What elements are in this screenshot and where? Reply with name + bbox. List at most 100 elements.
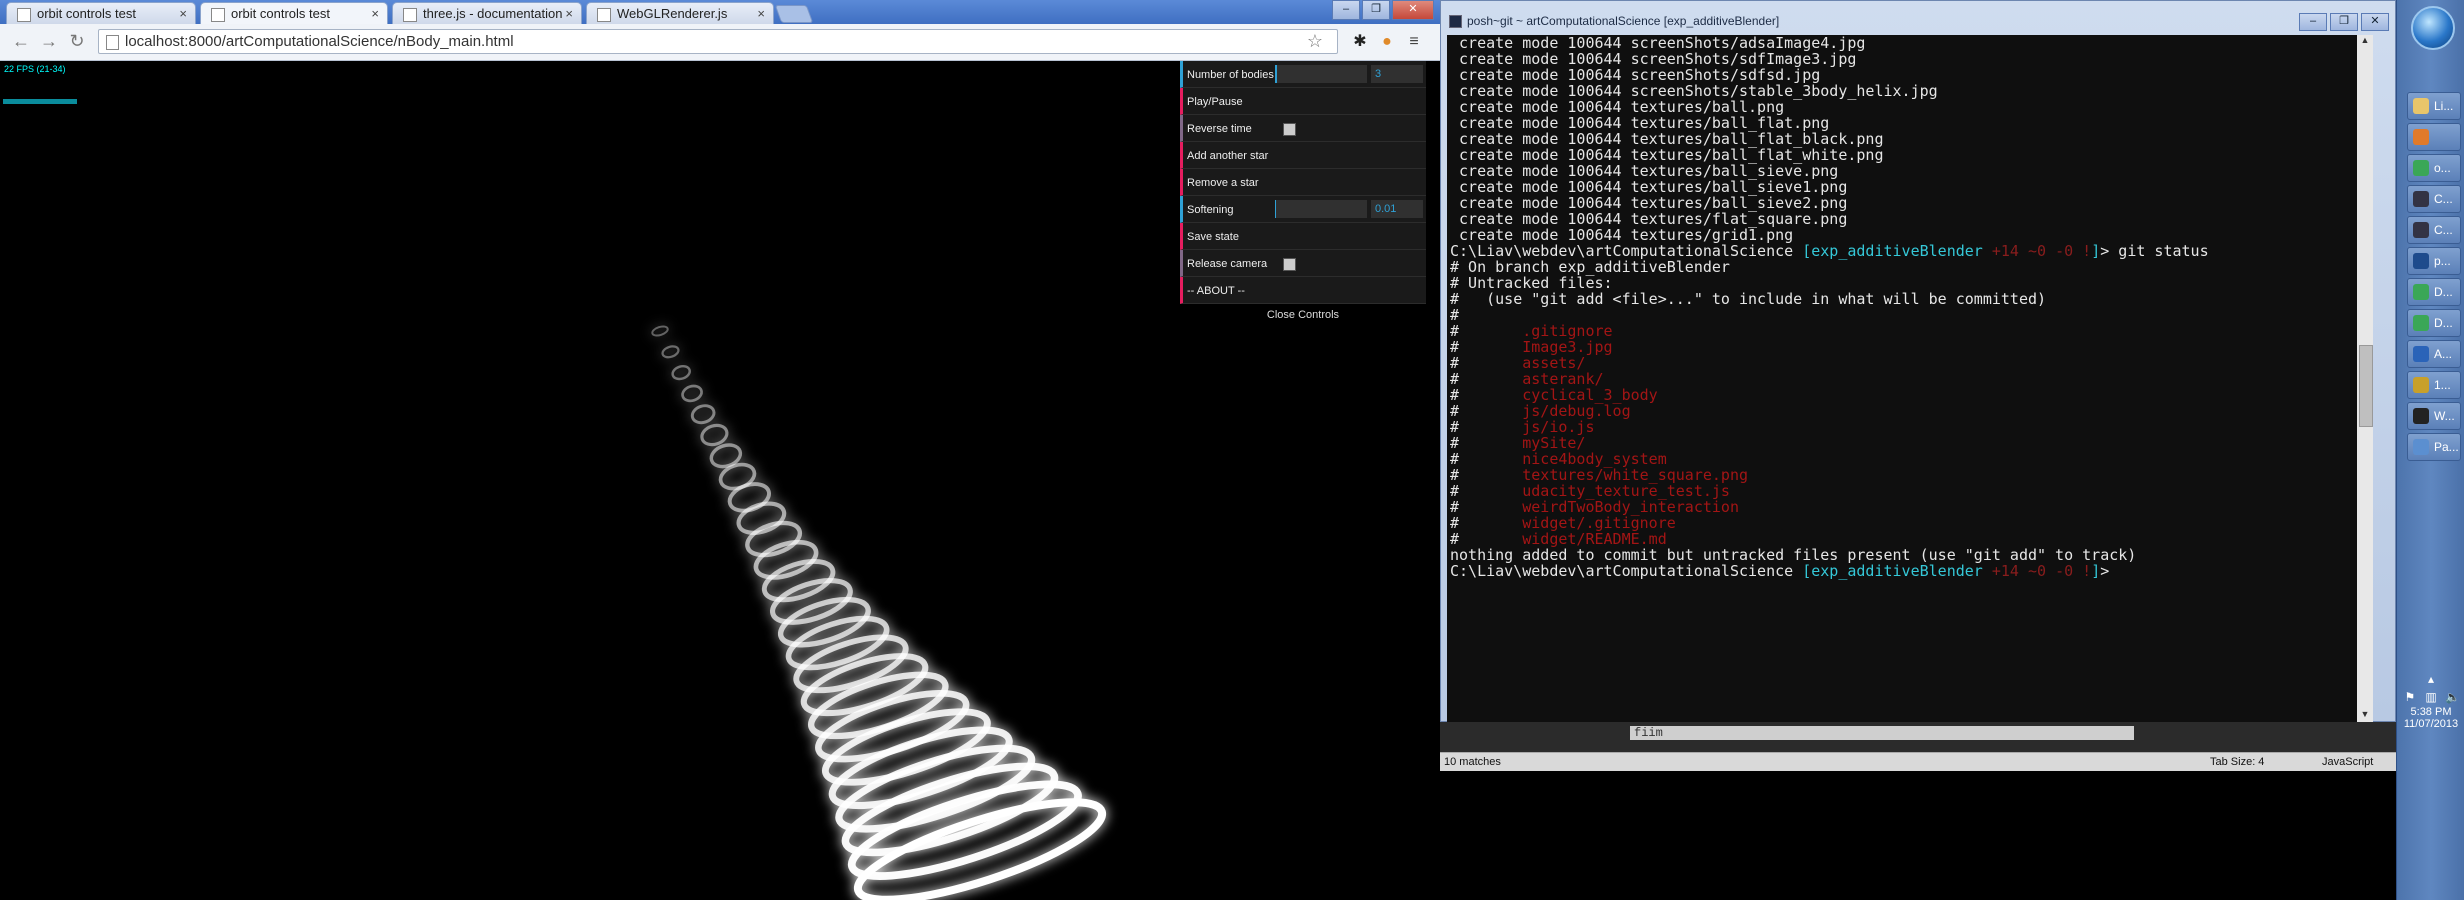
address-bar[interactable]: localhost:8000/artComputationalScience/n…	[98, 29, 1338, 54]
paint-icon	[2413, 439, 2429, 455]
webgl-canvas[interactable]: 22 FPS (21-34) Number of bodies 3 Play/P…	[0, 61, 1440, 900]
console-line: create mode 100644 screenShots/sdfImage3…	[1450, 51, 2373, 67]
status-language[interactable]: JavaScript	[2322, 756, 2373, 768]
taskbar: Li... o... C... C... p... D... D... A... 1... W..…	[2396, 0, 2464, 900]
close-controls-button[interactable]: Close Controls	[1180, 304, 1426, 324]
console-output[interactable]: create mode 100644 screenShots/adsaImage…	[1447, 35, 2373, 723]
app-icon	[2413, 346, 2429, 362]
tab-strip: orbit controls test × orbit controls tes…	[0, 0, 1440, 24]
volume-icon[interactable]: 🔈	[2445, 690, 2460, 704]
console-line: create mode 100644 textures/ball_flat.pn…	[1450, 115, 2373, 131]
console-segment: [exp_additiveBlender	[1802, 562, 1983, 580]
reverse-time-checkbox[interactable]	[1283, 123, 1296, 136]
console-scrollbar[interactable]: ▲ ▼	[2357, 35, 2373, 723]
new-tab-button[interactable]	[774, 5, 814, 23]
gui-reverse-time[interactable]: Reverse time	[1180, 115, 1426, 142]
tab-close-icon[interactable]: ×	[179, 6, 187, 21]
extension-icon[interactable]: ✱	[1349, 31, 1371, 53]
taskbar-item[interactable]: Pa...	[2407, 433, 2461, 461]
gui-save-state-button[interactable]: Save state	[1180, 223, 1426, 250]
tab-webglrenderer[interactable]: WebGLRenderer.js ×	[586, 2, 774, 24]
tab-threejs-docs[interactable]: three.js - documentation ×	[392, 2, 582, 24]
forward-icon[interactable]: →	[38, 30, 60, 52]
scroll-thumb[interactable]	[2359, 345, 2373, 427]
tab-label: orbit controls test	[37, 6, 136, 21]
gui-about-button[interactable]: -- ABOUT --	[1180, 277, 1426, 304]
tab-orbit-controls-1[interactable]: orbit controls test ×	[6, 2, 196, 24]
taskbar-item-label: W...	[2434, 409, 2455, 423]
taskbar-item[interactable]: p...	[2407, 247, 2461, 275]
terminal-icon	[2413, 222, 2429, 238]
close-window-icon[interactable]: ✕	[1392, 0, 1434, 20]
gui-softening[interactable]: Softening 0.01	[1180, 196, 1426, 223]
network-icon[interactable]: ▥	[2424, 690, 2438, 704]
softening-input[interactable]: 0.01	[1371, 200, 1423, 218]
release-camera-checkbox[interactable]	[1283, 258, 1296, 271]
chrome-icon	[2413, 160, 2429, 176]
taskbar-item[interactable]: D...	[2407, 309, 2461, 337]
console-line: create mode 100644 screenShots/adsaImage…	[1450, 35, 2373, 51]
console-line: create mode 100644 screenShots/stable_3b…	[1450, 83, 2373, 99]
find-input[interactable]: fiim	[1630, 726, 2134, 740]
close-window-icon[interactable]: ✕	[2361, 13, 2389, 31]
console-line: # js/io.js	[1450, 419, 2373, 435]
console-line: # mySite/	[1450, 435, 2373, 451]
taskbar-item[interactable]: Li...	[2407, 92, 2461, 120]
console-line: C:\Liav\webdev\artComputationalScience […	[1450, 243, 2373, 259]
editor-find-bar: fiim	[1440, 722, 2396, 752]
taskbar-item-label: C...	[2434, 192, 2453, 206]
minimize-icon[interactable]: –	[1332, 0, 1360, 20]
console-line: # (use "git add <file>..." to include in…	[1450, 291, 2373, 307]
taskbar-item[interactable]: 1...	[2407, 371, 2461, 399]
gui-play-pause-button[interactable]: Play/Pause	[1180, 88, 1426, 115]
clock-time[interactable]: 5:38 PM	[2397, 706, 2464, 718]
taskbar-item[interactable]	[2407, 123, 2461, 151]
gui-remove-star-button[interactable]: Remove a star	[1180, 169, 1426, 196]
taskbar-item[interactable]: C...	[2407, 185, 2461, 213]
taskbar-item[interactable]: W...	[2407, 402, 2461, 430]
bodies-slider[interactable]	[1275, 65, 1367, 83]
taskbar-item[interactable]: D...	[2407, 278, 2461, 306]
gui-label: Softening	[1187, 204, 1234, 216]
softening-slider[interactable]	[1275, 200, 1367, 218]
taskbar-item-label: o...	[2434, 161, 2451, 175]
minimize-icon[interactable]: –	[2299, 13, 2327, 31]
restore-icon[interactable]: ❐	[1362, 0, 1390, 20]
console-line: # weirdTwoBody_interaction	[1450, 499, 2373, 515]
start-button[interactable]	[2411, 6, 2455, 50]
console-line: # .gitignore	[1450, 323, 2373, 339]
firefox-icon	[2413, 129, 2429, 145]
flag-icon[interactable]: ⚑	[2403, 690, 2417, 704]
taskbar-item[interactable]: A...	[2407, 340, 2461, 368]
show-hidden-icons-icon[interactable]: ▴	[2424, 672, 2438, 686]
helix-loop	[661, 345, 680, 359]
gui-add-star-button[interactable]: Add another star	[1180, 142, 1426, 169]
tab-close-icon[interactable]: ×	[371, 6, 379, 21]
restore-icon[interactable]: ❐	[2330, 13, 2358, 31]
tab-close-icon[interactable]: ×	[565, 6, 573, 21]
menu-icon[interactable]: ≡	[1403, 31, 1425, 53]
url-text: localhost:8000/artComputationalScience/n…	[125, 33, 514, 50]
taskbar-item[interactable]: C...	[2407, 216, 2461, 244]
gui-number-of-bodies[interactable]: Number of bodies 3	[1180, 61, 1426, 88]
console-line: create mode 100644 textures/ball_flat_bl…	[1450, 131, 2373, 147]
console-line: # asterank/	[1450, 371, 2373, 387]
bodies-input[interactable]: 3	[1371, 65, 1423, 83]
page-icon	[597, 8, 611, 22]
clock-date[interactable]: 11/07/2013	[2397, 718, 2464, 730]
extension-cookie-icon[interactable]: ●	[1376, 31, 1398, 53]
bookmark-star-icon[interactable]: ☆	[1307, 31, 1323, 52]
tab-close-icon[interactable]: ×	[757, 6, 765, 21]
console-segment: +14 ~0 -0 !	[1982, 562, 2092, 580]
scroll-up-icon[interactable]: ▲	[2357, 35, 2373, 49]
scroll-down-icon[interactable]: ▼	[2357, 709, 2373, 723]
taskbar-item[interactable]: o...	[2407, 154, 2461, 182]
back-icon[interactable]: ←	[10, 30, 32, 52]
console-line: # widget/.gitignore	[1450, 515, 2373, 531]
gui-release-camera[interactable]: Release camera	[1180, 250, 1426, 277]
helix-loop	[681, 384, 703, 403]
reload-icon[interactable]: ↻	[66, 30, 88, 52]
status-tab-size[interactable]: Tab Size: 4	[2210, 756, 2264, 768]
console-line: nothing added to commit but untracked fi…	[1450, 547, 2373, 563]
tab-orbit-controls-2[interactable]: orbit controls test ×	[200, 2, 388, 24]
